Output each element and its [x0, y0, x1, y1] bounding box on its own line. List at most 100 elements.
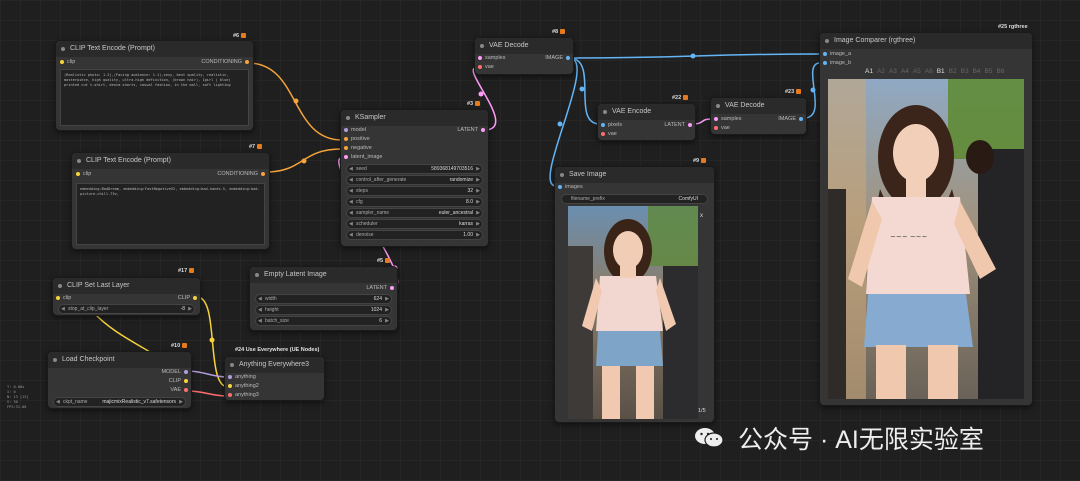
widget-ckpt-name[interactable]: ◀ ckpt_name majicmixRealistic_v7.safetenso…	[53, 397, 186, 407]
widget-stop-at-clip-layer[interactable]: ◀ stop_at_clip_layer -8 ▶	[58, 304, 195, 314]
tab-a1[interactable]: A1	[865, 68, 873, 75]
node-id-badge: #7	[249, 144, 263, 150]
tab-a2[interactable]: A2	[877, 68, 885, 75]
node-vae-encode[interactable]: VAE Encode pixels vae LATENT	[597, 103, 696, 141]
output-image[interactable]: IMAGE	[778, 116, 803, 122]
input-clip[interactable]: clip	[76, 171, 91, 177]
input-anything3[interactable]: anything3	[228, 392, 259, 398]
svg-text:~~~ ~~~: ~~~ ~~~	[890, 233, 928, 241]
node-title: CLIP Set Last Layer	[53, 278, 200, 294]
node-id-badge: #8	[552, 29, 566, 35]
widget-steps[interactable]: ◀ steps 32 ▶	[346, 186, 483, 196]
close-preview-icon[interactable]: x	[700, 213, 703, 219]
comparer-image[interactable]: ~~~ ~~~	[828, 79, 1024, 399]
node-title: VAE Encode	[598, 104, 695, 120]
tab-b5[interactable]: B5	[985, 68, 993, 75]
input-vae[interactable]: vae	[601, 131, 617, 137]
tab-a5[interactable]: A5	[913, 68, 921, 75]
output-model[interactable]: MODEL	[161, 369, 188, 375]
widget-filename-prefix[interactable]: filename_prefix ComfyUI	[561, 194, 708, 204]
node-id-badge: #9	[693, 158, 707, 164]
widget-width[interactable]: ◀ width 624 ▶	[255, 294, 392, 304]
node-anything-everywhere[interactable]: Anything Everywhere3 anything anything2 …	[224, 356, 325, 401]
node-id-badge: #3	[467, 101, 481, 107]
input-anything[interactable]: anything	[228, 374, 256, 380]
input-negative[interactable]: negative	[344, 145, 372, 151]
node-ksampler[interactable]: KSampler model positive negative latent_…	[340, 109, 489, 247]
input-clip[interactable]: clip	[56, 295, 71, 301]
input-vae[interactable]: vae	[478, 64, 494, 70]
tab-b1[interactable]: B1	[937, 68, 945, 75]
node-title: Image Comparer (rgthree)	[820, 33, 1032, 49]
output-latent[interactable]: LATENT	[457, 127, 485, 133]
input-positive[interactable]: positive	[344, 136, 370, 142]
widget-batch-size[interactable]: ◀ batch_size 6 ▶	[255, 316, 392, 326]
input-latent-image[interactable]: latent_image	[344, 154, 383, 160]
output-image[interactable]: IMAGE	[545, 55, 570, 61]
wechat-icon	[694, 426, 724, 450]
widget-seed[interactable]: ◀ seed 589368149703516 ▶	[346, 164, 483, 174]
node-id-badge: #24 Use Everywhere (UE Nodes)	[235, 347, 320, 353]
input-samples[interactable]: samples	[478, 55, 505, 61]
node-title: CLIP Text Encode (Prompt)	[72, 153, 269, 169]
comparer-tabs[interactable]: A1 A2 A3 A4 A5 A6 B1 B2 B3 B4 B5 B6	[865, 68, 1008, 75]
widget-cfg[interactable]: ◀ cfg 8.0 ▶	[346, 197, 483, 207]
tab-a4[interactable]: A4	[901, 68, 909, 75]
prompt-textarea[interactable]: embedding:BadDream, embedding:FastNegati…	[76, 183, 265, 245]
output-conditioning[interactable]: CONDITIONING	[201, 59, 249, 65]
image-counter: 1/5	[698, 408, 706, 414]
widget-denoise[interactable]: ◀ denoise 1.00 ▶	[346, 230, 483, 240]
node-clip-text-encode-positive[interactable]: CLIP Text Encode (Prompt) clip CONDITION…	[55, 40, 254, 131]
tab-b6[interactable]: B6	[996, 68, 1004, 75]
watermark: 公众号 · AI无限实验室	[694, 420, 984, 456]
node-save-image[interactable]: Save Image images filename_prefix ComfyUI…	[554, 166, 715, 423]
node-title: KSampler	[341, 110, 488, 126]
node-id-badge: #5	[377, 258, 391, 264]
output-clip[interactable]: CLIP	[178, 295, 197, 301]
tab-b4[interactable]: B4	[973, 68, 981, 75]
node-empty-latent-image[interactable]: Empty Latent Image LATENT ◀ width 624 ▶ ◀ he…	[249, 266, 398, 331]
node-clip-set-last-layer[interactable]: CLIP Set Last Layer clip CLIP ◀ stop_at_c…	[52, 277, 201, 316]
node-title: VAE Decode	[475, 38, 573, 54]
output-vae[interactable]: VAE	[170, 387, 188, 393]
node-vae-decode[interactable]: VAE Decode samples vae IMAGE	[474, 37, 574, 75]
node-load-checkpoint[interactable]: Load Checkpoint MODEL CLIP VAE ◀ ckpt_nam…	[47, 351, 192, 409]
widget-control-after-generate[interactable]: ◀ control_after_generate randomize ▶	[346, 175, 483, 185]
input-images[interactable]: images	[558, 184, 583, 190]
node-id-badge: #17	[178, 268, 195, 274]
input-model[interactable]: model	[344, 127, 366, 133]
input-samples[interactable]: samples	[714, 116, 741, 122]
node-title: CLIP Text Encode (Prompt)	[56, 41, 253, 57]
node-title: VAE Decode	[711, 98, 806, 114]
photo-girl-small	[568, 206, 698, 419]
input-clip[interactable]: clip	[60, 59, 75, 65]
node-title: Anything Everywhere3	[225, 357, 324, 373]
widget-sampler-name[interactable]: ◀ sampler_name euler_ancestral ▶	[346, 208, 483, 218]
tab-b3[interactable]: B3	[961, 68, 969, 75]
node-id-badge: #22	[672, 95, 689, 101]
node-clip-text-encode-negative[interactable]: CLIP Text Encode (Prompt) clip CONDITION…	[71, 152, 270, 250]
input-image-b[interactable]: image_b	[823, 60, 851, 66]
input-anything2[interactable]: anything2	[228, 383, 259, 389]
prompt-textarea[interactable]: (Realistic photo: 1.2),(Facing audience:…	[60, 69, 249, 126]
node-id-badge: #10	[171, 343, 188, 349]
input-pixels[interactable]: pixels	[601, 122, 622, 128]
performance-stats: T: 0.00s I: 0 N: 13 [13] V: 30 FPS:31.00	[7, 385, 29, 409]
tab-a6[interactable]: A6	[925, 68, 933, 75]
output-conditioning[interactable]: CONDITIONING	[217, 171, 265, 177]
output-latent[interactable]: LATENT	[366, 285, 394, 291]
node-title: Load Checkpoint	[48, 352, 191, 368]
tab-b2[interactable]: B2	[949, 68, 957, 75]
widget-height[interactable]: ◀ height 1024 ▶	[255, 305, 392, 315]
tab-a3[interactable]: A3	[889, 68, 897, 75]
watermark-text: 公众号 · AI无限实验室	[738, 426, 984, 454]
input-image-a[interactable]: image_a	[823, 51, 851, 57]
node-vae-decode-2[interactable]: VAE Decode samples vae IMAGE	[710, 97, 807, 135]
output-latent[interactable]: LATENT	[664, 122, 692, 128]
widget-scheduler[interactable]: ◀ scheduler karras ▶	[346, 219, 483, 229]
node-title: Save Image	[555, 167, 714, 183]
generated-image-preview[interactable]	[568, 206, 698, 419]
input-vae[interactable]: vae	[714, 125, 730, 131]
node-image-comparer[interactable]: Image Comparer (rgthree) image_a image_b…	[819, 32, 1033, 406]
output-clip[interactable]: CLIP	[169, 378, 188, 384]
